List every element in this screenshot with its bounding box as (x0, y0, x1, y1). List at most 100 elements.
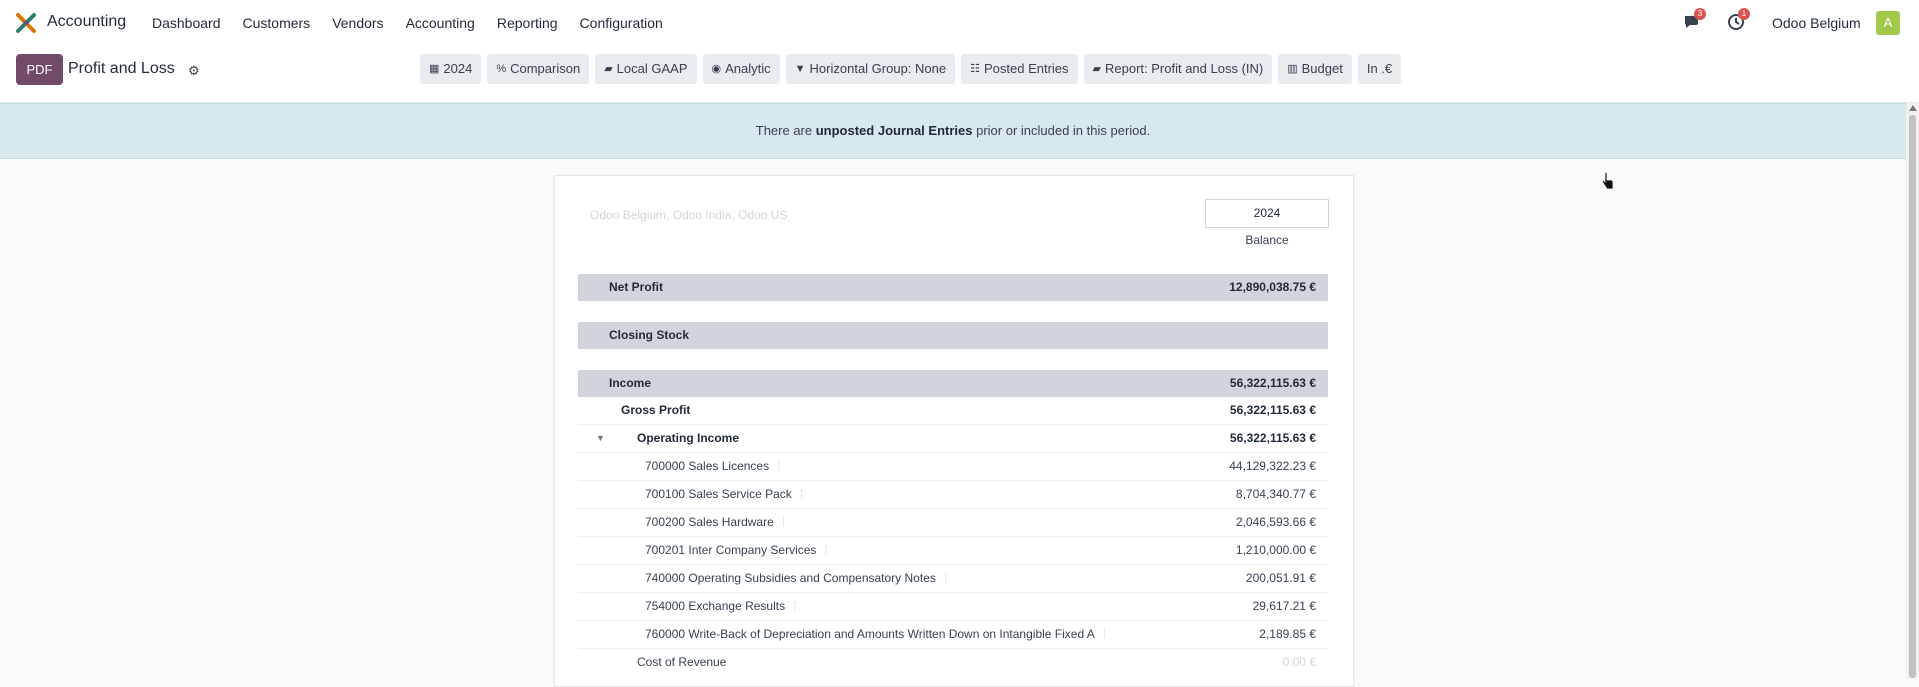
menu-dashboard[interactable]: Dashboard (152, 15, 221, 31)
filter-label: Budget (1301, 61, 1343, 76)
row-label: Operating Income (637, 431, 740, 445)
alert-link[interactable]: unposted Journal Entries (816, 123, 973, 138)
account-value: 2,189.85 € (1259, 627, 1316, 641)
row-value: 12,890,038.75 € (1229, 280, 1316, 294)
filter-label: Comparison (510, 61, 581, 76)
filter-label: 2024 (443, 61, 473, 76)
account-row[interactable]: 700000 Sales Licences ⁞ 44,129,322.23 € (578, 453, 1328, 481)
account-label: 700200 Sales Hardware (645, 515, 774, 529)
filter-horizontal-group[interactable]: ▼ Horizontal Group: None (785, 54, 956, 84)
account-label: 700201 Inter Company Services (645, 543, 817, 557)
row-value: 56,322,115.63 € (1229, 376, 1316, 390)
account-value: 8,704,340.77 € (1235, 487, 1316, 501)
filter-budget[interactable]: ▥ Budget (1278, 54, 1352, 84)
row-value: 56,322,115.63 € (1229, 403, 1316, 417)
page-scrollbar[interactable] (1906, 103, 1919, 678)
account-label: 760000 Write-Back of Depreciation and Am… (645, 627, 1095, 641)
filter-local-gaap[interactable]: ▰ Local GAAP (595, 54, 697, 84)
company-switcher[interactable]: Odoo Belgium (1772, 15, 1861, 31)
stack-icon: ◉ (711, 63, 722, 75)
filter-comparison[interactable]: % Comparison (487, 54, 590, 84)
account-value: 1,210,000.00 € (1235, 543, 1316, 557)
app-name[interactable]: Accounting (47, 13, 126, 31)
messages-icon[interactable]: 3 (1683, 8, 1706, 32)
row-label: Net Profit (609, 280, 663, 294)
filter-label: Local GAAP (616, 61, 688, 76)
hand-cursor-icon (1601, 172, 1614, 190)
profit-and-loss-report: Odoo Belgium, Odoo India, Odoo US 2024 B… (554, 175, 1354, 687)
account-label: 700100 Sales Service Pack (645, 487, 792, 501)
row-value: 0.00 € (1282, 655, 1316, 669)
menu-reporting[interactable]: Reporting (497, 15, 558, 31)
account-value: 29,617.21 € (1252, 599, 1316, 613)
page-title: Profit and Loss (68, 60, 175, 77)
row-value: 56,322,115.63 € (1229, 431, 1316, 445)
row-gross-profit[interactable]: Gross Profit 56,322,115.63 € (578, 397, 1328, 425)
filter-label: Posted Entries (983, 61, 1069, 76)
account-row[interactable]: 700200 Sales Hardware ⁞ 2,046,593.66 € (578, 509, 1328, 537)
filter-label: In .€ (1366, 61, 1393, 76)
filter-currency[interactable]: In .€ (1357, 54, 1402, 84)
filter-label: Report: Profit and Loss (IN) (1105, 61, 1264, 76)
filter-label: Horizontal Group: None (809, 61, 947, 76)
row-label: Gross Profit (621, 403, 691, 417)
percent-icon: % (496, 63, 507, 75)
row-label: Closing Stock (609, 328, 690, 342)
filter-icon: ▼ (794, 63, 806, 75)
alert-text: There are (755, 123, 816, 138)
account-row[interactable]: 760000 Write-Back of Depreciation and Am… (578, 621, 1328, 649)
activities-clock-icon[interactable]: 1 (1727, 8, 1750, 32)
account-row[interactable]: 740000 Operating Subsidies and Compensat… (578, 565, 1328, 593)
unposted-entries-alert: There are unposted Journal Entries prior… (0, 103, 1906, 159)
column-balance-header: Balance (1245, 233, 1289, 247)
row-options-icon[interactable]: ⁞ (777, 459, 780, 473)
account-value: 2,046,593.66 € (1235, 515, 1316, 529)
filter-analytic[interactable]: ◉ Analytic (702, 54, 780, 84)
messages-badge: 3 (1694, 8, 1706, 20)
user-avatar[interactable]: A (1876, 11, 1900, 35)
row-income[interactable]: Income 56,322,115.63 € (578, 370, 1328, 397)
row-options-icon[interactable]: ⁞ (800, 487, 803, 501)
account-row[interactable]: 700201 Inter Company Services ⁞ 1,210,000… (578, 537, 1328, 565)
scroll-thumb[interactable] (1909, 115, 1916, 678)
filter-posted-entries[interactable]: ☷ Posted Entries (961, 54, 1078, 84)
menu-customers[interactable]: Customers (243, 15, 311, 31)
row-options-icon[interactable]: ⁞ (1103, 627, 1106, 641)
bar-chart-icon: ▥ (1287, 63, 1298, 75)
menu-vendors[interactable]: Vendors (332, 15, 383, 31)
main-menu: Dashboard Customers Vendors Accounting R… (152, 15, 685, 31)
menu-configuration[interactable]: Configuration (580, 15, 663, 31)
row-label: Cost of Revenue (637, 655, 727, 669)
row-options-icon[interactable]: ⁞ (793, 599, 796, 613)
menu-accounting[interactable]: Accounting (406, 15, 475, 31)
account-label: 700000 Sales Licences (645, 459, 770, 473)
filter-label: Analytic (725, 61, 771, 76)
row-net-profit[interactable]: Net Profit 12,890,038.75 € (578, 274, 1328, 301)
filter-report-variant[interactable]: ▰ Report: Profit and Loss (IN) (1083, 54, 1273, 84)
accounting-app-icon[interactable] (15, 12, 37, 34)
filter-date[interactable]: ▦ 2024 (420, 54, 482, 84)
row-options-icon[interactable]: ⁞ (782, 515, 785, 529)
book-icon: ▰ (604, 63, 613, 75)
calendar-icon: ▦ (429, 63, 440, 75)
alert-text: prior or included in this period. (972, 123, 1151, 138)
gear-icon[interactable]: ⚙ (188, 63, 200, 79)
control-panel: PDF Profit and Loss ⚙ ▦ 2024 % Comparison … (0, 46, 1919, 103)
account-value: 200,051.91 € (1245, 571, 1316, 585)
row-options-icon[interactable]: ⁞ (944, 571, 947, 585)
column-period-header[interactable]: 2024 (1205, 199, 1329, 228)
account-label: 740000 Operating Subsidies and Compensat… (645, 571, 936, 585)
account-value: 44,129,322.23 € (1229, 459, 1316, 473)
activities-badge: 1 (1738, 8, 1750, 20)
row-options-icon[interactable]: ⁞ (824, 543, 827, 557)
caret-down-icon[interactable]: ▼ (596, 425, 605, 452)
row-closing-stock[interactable]: Closing Stock 0.00 € (578, 322, 1328, 349)
account-row[interactable]: 700100 Sales Service Pack ⁞ 8,704,340.77 … (578, 481, 1328, 509)
scroll-up-arrow-icon[interactable] (1909, 105, 1917, 111)
row-operating-income[interactable]: ▼ Operating Income 56,322,115.63 € (578, 425, 1328, 453)
pdf-button[interactable]: PDF (16, 54, 63, 85)
row-cost-of-revenue[interactable]: Cost of Revenue 0.00 € (578, 649, 1328, 676)
sliders-icon: ☷ (970, 63, 980, 75)
report-filters: ▦ 2024 % Comparison ▰ Local GAAP ◉ Analytic … (420, 54, 1402, 84)
account-row[interactable]: 754000 Exchange Results ⁞ 29,617.21 € (578, 593, 1328, 621)
